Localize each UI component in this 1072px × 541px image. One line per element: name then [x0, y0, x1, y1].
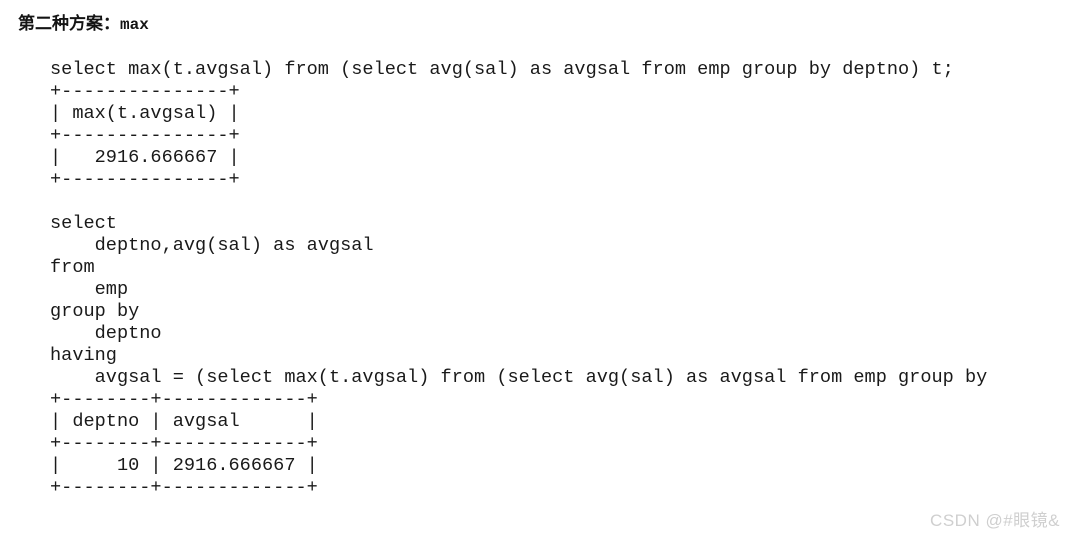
code-line: select	[50, 213, 117, 234]
code-line: +--------+-------------+	[50, 389, 318, 410]
code-line: +--------+-------------+	[50, 433, 318, 454]
code-line: from	[50, 257, 95, 278]
page-title-keyword: max	[120, 16, 149, 34]
page-title: 第二种方案：max	[18, 13, 149, 36]
code-line: | max(t.avgsal) |	[50, 103, 240, 124]
code-line: select max(t.avgsal) from (select avg(sa…	[50, 59, 954, 80]
code-line: | deptno | avgsal |	[50, 411, 318, 432]
code-line: group by	[50, 301, 140, 322]
code-line: | 2916.666667 |	[50, 147, 240, 168]
code-line: having	[50, 345, 117, 366]
code-line: emp	[50, 279, 129, 300]
code-line: +---------------+	[50, 125, 240, 146]
page-title-prefix: 第二种方案：	[18, 14, 120, 33]
code-line: deptno	[50, 323, 162, 344]
sql-code-block: select max(t.avgsal) from (select avg(sa…	[50, 59, 1072, 499]
code-line: deptno,avg(sal) as avgsal	[50, 235, 374, 256]
code-line: avgsal = (select max(t.avgsal) from (sel…	[50, 367, 988, 388]
code-line: | 10 | 2916.666667 |	[50, 455, 318, 476]
csdn-watermark: CSDN @#眼镜&	[930, 511, 1060, 530]
code-line: +---------------+	[50, 81, 240, 102]
code-line: +--------+-------------+	[50, 477, 318, 498]
code-line: +---------------+	[50, 169, 240, 190]
